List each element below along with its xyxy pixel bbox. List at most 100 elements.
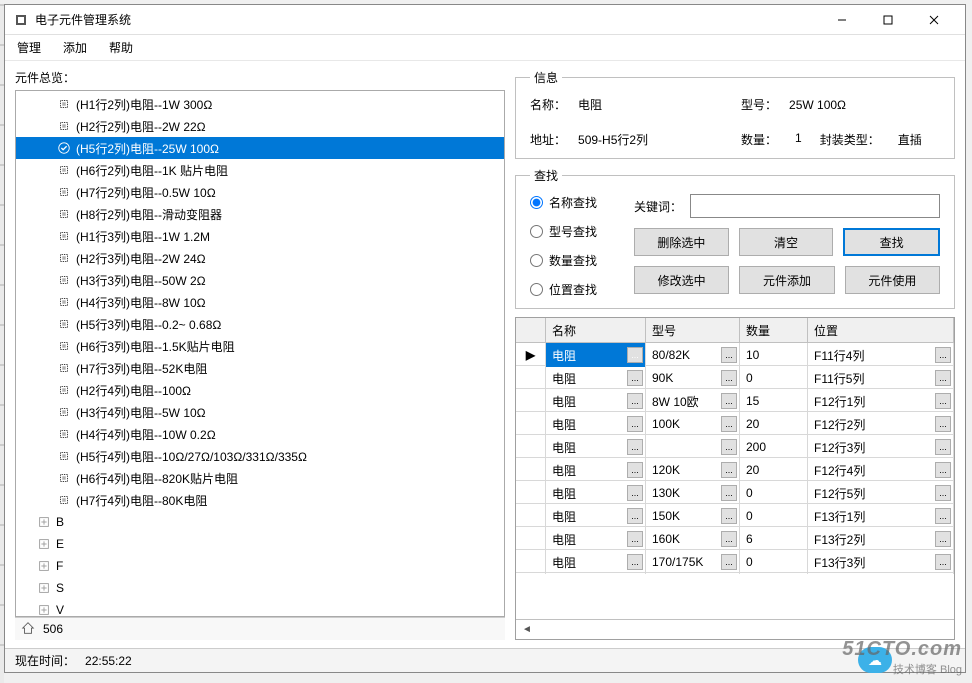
cell-model[interactable]: 170/175K...	[646, 550, 740, 574]
cell-name[interactable]: 电阻...	[546, 527, 646, 551]
cell-name[interactable]: 电阻...	[546, 389, 646, 413]
cell-ellipsis-button[interactable]: ...	[721, 347, 737, 363]
cell-loc[interactable]: F11行4列...	[808, 343, 954, 367]
cell-ellipsis-button[interactable]: ...	[721, 370, 737, 386]
table-row[interactable]: 电阻...8W 10欧...15F12行1列...	[516, 389, 954, 412]
cell-model[interactable]: 160K...	[646, 527, 740, 551]
cell-model[interactable]: ...	[646, 435, 740, 459]
tree-item[interactable]: (H1行3列)电阻--1W 1.2M	[16, 225, 504, 247]
cell-ellipsis-button[interactable]: ...	[935, 393, 951, 409]
row-selector[interactable]	[516, 550, 546, 574]
cell-ellipsis-button[interactable]: ...	[627, 508, 643, 524]
cell-ellipsis-button[interactable]: ...	[935, 485, 951, 501]
grid-header-qty[interactable]: 数量	[740, 318, 808, 342]
cell-ellipsis-button[interactable]: ...	[721, 554, 737, 570]
cell-loc[interactable]: F12行4列...	[808, 458, 954, 482]
cell-ellipsis-button[interactable]: ...	[627, 439, 643, 455]
cell-ellipsis-button[interactable]: ...	[935, 370, 951, 386]
table-row[interactable]: 电阻...160K...6F13行2列...	[516, 527, 954, 550]
cell-ellipsis-button[interactable]: ...	[627, 462, 643, 478]
table-row[interactable]: 电阻...100K...20F12行2列...	[516, 412, 954, 435]
cell-ellipsis-button[interactable]: ...	[627, 485, 643, 501]
row-selector[interactable]: ▶	[516, 343, 546, 367]
cell-qty[interactable]: 0	[740, 504, 808, 528]
cell-qty[interactable]: 20	[740, 458, 808, 482]
cell-ellipsis-button[interactable]: ...	[721, 462, 737, 478]
tree-item[interactable]: (H5行2列)电阻--25W 100Ω	[16, 137, 504, 159]
tree-item[interactable]: (H2行2列)电阻--2W 22Ω	[16, 115, 504, 137]
menu-help[interactable]: 帮助	[105, 37, 137, 58]
row-selector[interactable]	[516, 366, 546, 390]
delete-selected-button[interactable]: 删除选中	[634, 228, 729, 256]
row-selector[interactable]	[516, 389, 546, 413]
cell-ellipsis-button[interactable]: ...	[935, 439, 951, 455]
search-button[interactable]: 查找	[843, 228, 940, 256]
cell-ellipsis-button[interactable]: ...	[721, 439, 737, 455]
tree-item[interactable]: (H3行4列)电阻--5W 10Ω	[16, 401, 504, 423]
radio-qty-input[interactable]	[530, 254, 543, 267]
add-item-button[interactable]: 元件添加	[739, 266, 834, 294]
cell-loc[interactable]: F12行5列...	[808, 481, 954, 505]
tree-item[interactable]: (H5行3列)电阻--0.2~ 0.68Ω	[16, 313, 504, 335]
radio-loc[interactable]: 位置查找	[530, 281, 620, 298]
table-row[interactable]: 电阻...120K...20F12行4列...	[516, 458, 954, 481]
cell-ellipsis-button[interactable]: ...	[721, 393, 737, 409]
close-button[interactable]	[911, 5, 957, 35]
radio-name-input[interactable]	[530, 196, 543, 209]
maximize-button[interactable]	[865, 5, 911, 35]
menu-add[interactable]: 添加	[59, 37, 91, 58]
cell-ellipsis-button[interactable]: ...	[627, 554, 643, 570]
tree-category[interactable]: S	[16, 577, 504, 599]
cell-model[interactable]: 8W 10欧...	[646, 389, 740, 413]
tree-item[interactable]: (H6行2列)电阻--1K 贴片电阻	[16, 159, 504, 181]
table-row[interactable]: 电阻...150K...0F13行1列...	[516, 504, 954, 527]
cell-ellipsis-button[interactable]: ...	[935, 416, 951, 432]
cell-ellipsis-button[interactable]: ...	[935, 508, 951, 524]
cell-name[interactable]: 电阻...	[546, 550, 646, 574]
grid-header-loc[interactable]: 位置	[808, 318, 954, 342]
tree-item[interactable]: (H6行3列)电阻--1.5K贴片电阻	[16, 335, 504, 357]
cell-ellipsis-button[interactable]: ...	[935, 554, 951, 570]
table-row[interactable]: 电阻...170/175K...0F13行3列...	[516, 550, 954, 573]
cell-ellipsis-button[interactable]: ...	[627, 416, 643, 432]
cell-qty[interactable]: 0	[740, 366, 808, 390]
cell-name[interactable]: 电阻...	[546, 343, 646, 367]
table-row[interactable]: 电阻...90K...0F11行5列...	[516, 366, 954, 389]
cell-name[interactable]: 电阻...	[546, 366, 646, 390]
tree-item[interactable]: (H3行3列)电阻--50W 2Ω	[16, 269, 504, 291]
tree-category[interactable]: B	[16, 511, 504, 533]
table-row[interactable]: 电阻......200F12行3列...	[516, 435, 954, 458]
cell-loc[interactable]: F13行1列...	[808, 504, 954, 528]
tree-item[interactable]: (H2行3列)电阻--2W 24Ω	[16, 247, 504, 269]
row-selector[interactable]	[516, 412, 546, 436]
cell-name[interactable]: 电阻...	[546, 412, 646, 436]
minimize-button[interactable]	[819, 5, 865, 35]
component-tree[interactable]: (H1行2列)电阻--1W 300Ω(H2行2列)电阻--2W 22Ω(H5行2…	[16, 91, 504, 616]
row-selector[interactable]	[516, 504, 546, 528]
cell-qty[interactable]: 0	[740, 550, 808, 574]
grid-body[interactable]: ▶电阻...80/82K...10F11行4列...电阻...90K...0F1…	[516, 343, 954, 619]
grid-scrollbar[interactable]: ◄	[516, 619, 954, 639]
cell-qty[interactable]: 10	[740, 343, 808, 367]
cell-model[interactable]: 100K...	[646, 412, 740, 436]
cell-model[interactable]: 120K...	[646, 458, 740, 482]
row-selector[interactable]	[516, 458, 546, 482]
cell-model[interactable]: 130K...	[646, 481, 740, 505]
cell-ellipsis-button[interactable]: ...	[935, 347, 951, 363]
tree-item[interactable]: (H6行4列)电阻--820K贴片电阻	[16, 467, 504, 489]
menu-manage[interactable]: 管理	[13, 37, 45, 58]
tree-item[interactable]: (H4行4列)电阻--10W 0.2Ω	[16, 423, 504, 445]
cell-ellipsis-button[interactable]: ...	[627, 531, 643, 547]
cell-qty[interactable]: 20	[740, 412, 808, 436]
cell-ellipsis-button[interactable]: ...	[721, 416, 737, 432]
tree-item[interactable]: (H7行3列)电阻--52K电阻	[16, 357, 504, 379]
keyword-input[interactable]	[690, 194, 940, 218]
cell-loc[interactable]: F12行2列...	[808, 412, 954, 436]
cell-ellipsis-button[interactable]: ...	[721, 508, 737, 524]
cell-ellipsis-button[interactable]: ...	[721, 485, 737, 501]
cell-name[interactable]: 电阻...	[546, 435, 646, 459]
cell-loc[interactable]: F13行2列...	[808, 527, 954, 551]
radio-model[interactable]: 型号查找	[530, 223, 620, 240]
tree-item[interactable]: (H1行2列)电阻--1W 300Ω	[16, 93, 504, 115]
table-row[interactable]: ▶电阻...80/82K...10F11行4列...	[516, 343, 954, 366]
